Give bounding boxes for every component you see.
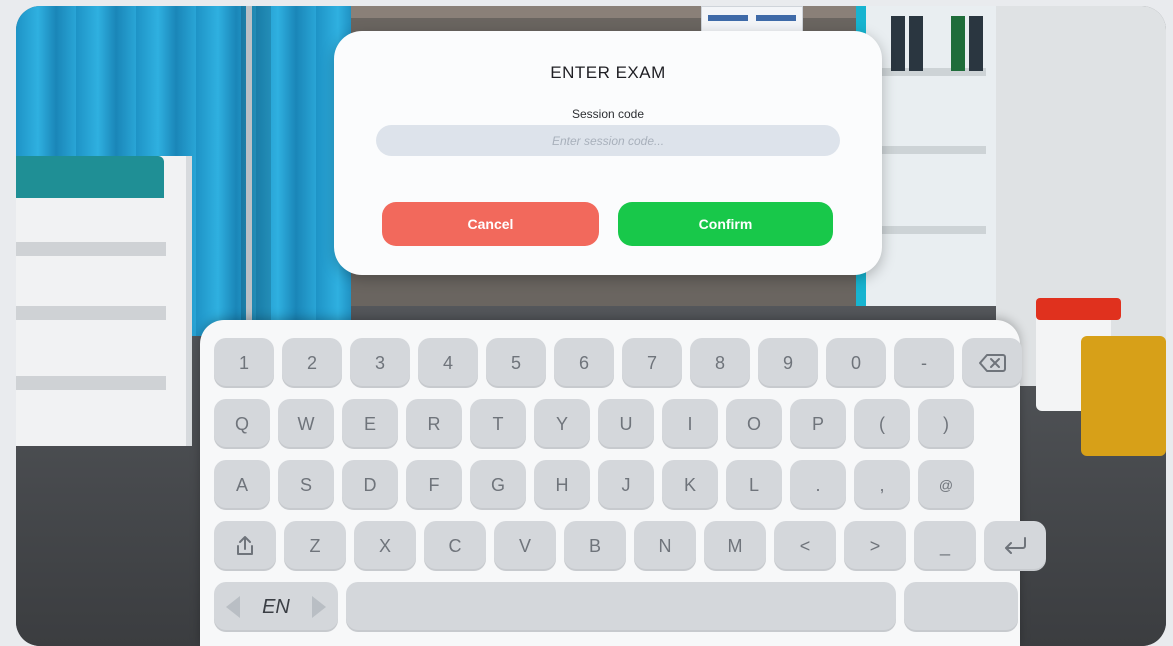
keyboard-row-numbers: 1 2 3 4 5 6 7 8 9 0 - xyxy=(214,338,1022,388)
cart-shelf xyxy=(16,306,166,320)
medical-cart xyxy=(16,156,192,446)
key-at[interactable]: @ xyxy=(918,460,974,510)
confirm-button[interactable]: Confirm xyxy=(618,202,833,246)
key-g[interactable]: G xyxy=(470,460,526,510)
keyboard-row-zxcv: Z X C V B N M < > _ xyxy=(214,521,1046,571)
backspace-icon xyxy=(979,354,1006,372)
waste-bin-lid xyxy=(1036,298,1121,320)
language-label: EN xyxy=(262,595,290,618)
key-p[interactable]: P xyxy=(790,399,846,449)
keyboard-row-bottom: EN xyxy=(214,582,1018,632)
key-i[interactable]: I xyxy=(662,399,718,449)
cart-top xyxy=(16,156,164,198)
key-4[interactable]: 4 xyxy=(418,338,478,388)
key-8[interactable]: 8 xyxy=(690,338,750,388)
key-2[interactable]: 2 xyxy=(282,338,342,388)
key-n[interactable]: N xyxy=(634,521,696,571)
enter-exam-dialog: ENTER EXAM Session code Cancel Confirm xyxy=(334,31,882,275)
language-next-icon[interactable] xyxy=(311,596,326,618)
cabinet-shelf xyxy=(866,146,986,154)
share-icon xyxy=(237,536,253,555)
key-underscore[interactable]: _ xyxy=(914,521,976,571)
key-period[interactable]: . xyxy=(790,460,846,510)
key-y[interactable]: Y xyxy=(534,399,590,449)
key-x[interactable]: X xyxy=(354,521,416,571)
binder xyxy=(891,16,905,71)
key-k[interactable]: K xyxy=(662,460,718,510)
cart-shelf xyxy=(16,376,166,390)
key-comma[interactable]: , xyxy=(854,460,910,510)
blank-key[interactable] xyxy=(904,582,1018,632)
binder xyxy=(951,16,965,71)
key-w[interactable]: W xyxy=(278,399,334,449)
key-v[interactable]: V xyxy=(494,521,556,571)
key-f[interactable]: F xyxy=(406,460,462,510)
key-minus[interactable]: - xyxy=(894,338,954,388)
key-s[interactable]: S xyxy=(278,460,334,510)
key-r[interactable]: R xyxy=(406,399,462,449)
key-j[interactable]: J xyxy=(598,460,654,510)
backspace-key[interactable] xyxy=(962,338,1022,388)
cancel-button[interactable]: Cancel xyxy=(382,202,599,246)
cabinet-shelf xyxy=(866,68,986,76)
key-0[interactable]: 0 xyxy=(826,338,886,388)
enter-icon xyxy=(1005,537,1026,554)
space-key[interactable] xyxy=(346,582,896,632)
key-open-paren[interactable]: ( xyxy=(854,399,910,449)
key-b[interactable]: B xyxy=(564,521,626,571)
key-a[interactable]: A xyxy=(214,460,270,510)
enter-key[interactable] xyxy=(984,521,1046,571)
key-o[interactable]: O xyxy=(726,399,782,449)
key-e[interactable]: E xyxy=(342,399,398,449)
key-t[interactable]: T xyxy=(470,399,526,449)
key-q[interactable]: Q xyxy=(214,399,270,449)
cart-shelf xyxy=(16,242,166,256)
key-9[interactable]: 9 xyxy=(758,338,818,388)
key-z[interactable]: Z xyxy=(284,521,346,571)
key-5[interactable]: 5 xyxy=(486,338,546,388)
key-d[interactable]: D xyxy=(342,460,398,510)
key-c[interactable]: C xyxy=(424,521,486,571)
keyboard-row-qwerty: Q W E R T Y U I O P ( ) xyxy=(214,399,974,449)
binder xyxy=(969,16,983,71)
key-3[interactable]: 3 xyxy=(350,338,410,388)
dialog-title: ENTER EXAM xyxy=(550,63,666,82)
key-l[interactable]: L xyxy=(726,460,782,510)
binder xyxy=(909,16,923,71)
language-switcher[interactable]: EN xyxy=(214,582,338,632)
cabinet-shelf xyxy=(866,226,986,234)
virtual-keyboard: 1 2 3 4 5 6 7 8 9 0 - Q W E R T Y U I O … xyxy=(200,320,1046,646)
key-close-paren[interactable]: ) xyxy=(918,399,974,449)
key-greater-than[interactable]: > xyxy=(844,521,906,571)
key-1[interactable]: 1 xyxy=(214,338,274,388)
key-less-than[interactable]: < xyxy=(774,521,836,571)
key-7[interactable]: 7 xyxy=(622,338,682,388)
language-prev-icon[interactable] xyxy=(226,596,240,618)
key-h[interactable]: H xyxy=(534,460,590,510)
key-u[interactable]: U xyxy=(598,399,654,449)
session-code-input[interactable] xyxy=(376,125,840,156)
curtain-rail xyxy=(246,6,252,336)
session-code-label: Session code xyxy=(571,107,645,121)
key-6[interactable]: 6 xyxy=(554,338,614,388)
key-m[interactable]: M xyxy=(704,521,766,571)
share-key[interactable] xyxy=(214,521,276,571)
keyboard-row-asdf: A S D F G H J K L . , @ xyxy=(214,460,974,510)
sharps-container xyxy=(1081,336,1166,456)
